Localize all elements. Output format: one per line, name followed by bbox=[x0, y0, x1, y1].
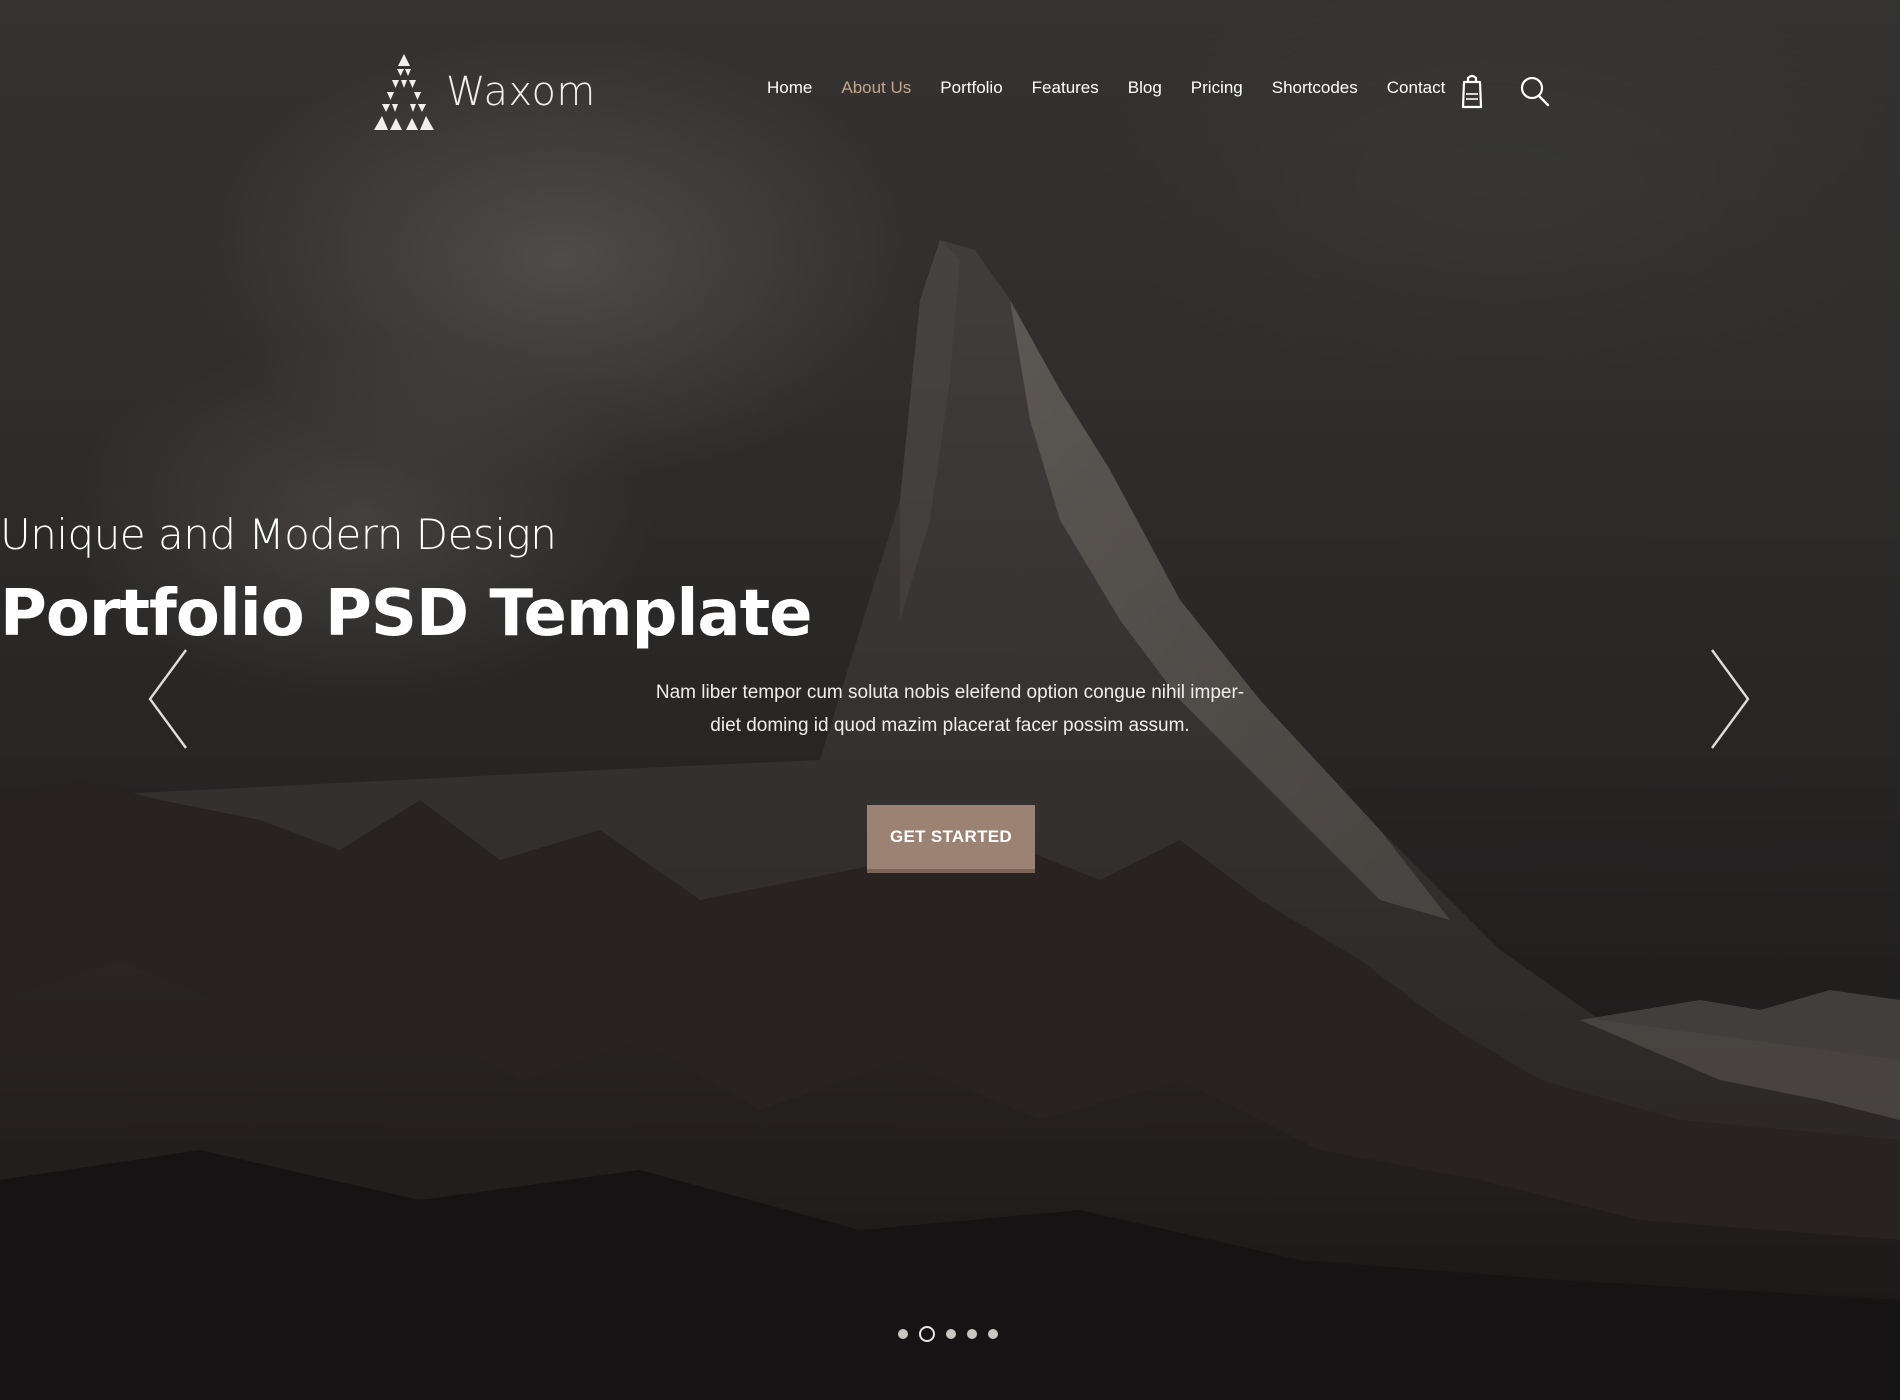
hero-slider: Waxom Home About Us Portfolio Features B… bbox=[0, 0, 1900, 1400]
chevron-right-icon[interactable] bbox=[1708, 648, 1752, 750]
search-icon[interactable] bbox=[1517, 72, 1551, 110]
hero-title: Portfolio PSD Template bbox=[0, 577, 813, 651]
header-actions bbox=[1455, 72, 1551, 110]
nav-item-pricing[interactable]: Pricing bbox=[1191, 78, 1243, 98]
slide-dot-1[interactable] bbox=[898, 1329, 908, 1339]
chevron-left-icon[interactable] bbox=[146, 648, 190, 750]
slide-dot-5[interactable] bbox=[988, 1329, 998, 1339]
site-header: Waxom Home About Us Portfolio Features B… bbox=[0, 0, 1900, 180]
slider-pagination bbox=[898, 1326, 998, 1342]
shopping-bag-icon[interactable] bbox=[1455, 72, 1489, 110]
nav-item-about-us[interactable]: About Us bbox=[841, 78, 911, 98]
nav-item-blog[interactable]: Blog bbox=[1128, 78, 1162, 98]
hero-subtitle: Unique and Modern Design bbox=[0, 510, 557, 559]
triangle-mosaic-logo-icon bbox=[374, 54, 434, 130]
slide-dot-4[interactable] bbox=[967, 1329, 977, 1339]
hero-description: Nam liber tempor cum soluta nobis eleife… bbox=[655, 682, 1245, 736]
main-nav: Home About Us Portfolio Features Blog Pr… bbox=[767, 78, 1474, 98]
nav-item-features[interactable]: Features bbox=[1032, 78, 1099, 98]
slide-dot-3[interactable] bbox=[946, 1329, 956, 1339]
nav-item-portfolio[interactable]: Portfolio bbox=[940, 78, 1002, 98]
nav-item-shortcodes[interactable]: Shortcodes bbox=[1272, 78, 1358, 98]
get-started-button[interactable]: GET STARTED bbox=[867, 805, 1035, 873]
nav-item-contact[interactable]: Contact bbox=[1387, 78, 1446, 98]
slide-dot-2-active[interactable] bbox=[919, 1326, 935, 1342]
nav-item-home[interactable]: Home bbox=[767, 78, 812, 98]
brand-logo[interactable]: Waxom bbox=[372, 52, 596, 132]
brand-name: Waxom bbox=[446, 69, 596, 115]
